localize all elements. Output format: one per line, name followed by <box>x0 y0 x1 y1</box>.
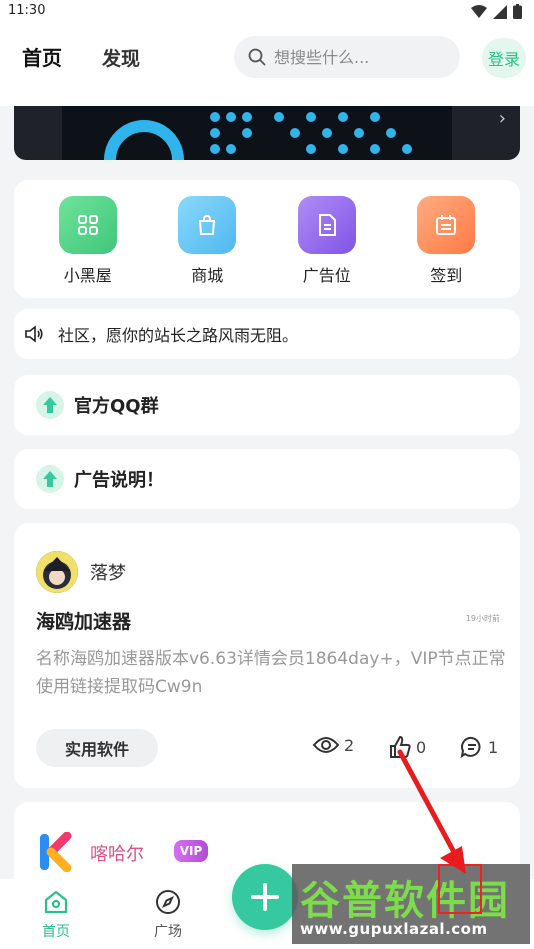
highlight-box <box>438 864 482 914</box>
post-author[interactable]: 落梦 <box>90 559 126 585</box>
home-icon <box>44 890 68 914</box>
likes-count: 0 <box>416 737 427 757</box>
watermark-url: www.gupuxlazal.com <box>300 920 488 938</box>
banner-dot <box>322 128 332 138</box>
quick-link-label: 商城 <box>191 266 224 285</box>
add-post-button[interactable] <box>232 864 298 930</box>
search-bar[interactable] <box>234 36 460 78</box>
banner-dot <box>290 128 300 138</box>
quick-link-shop[interactable]: 商城 <box>157 196 257 298</box>
search-input[interactable] <box>274 47 444 67</box>
banner-carousel[interactable]: › <box>14 106 520 160</box>
banner-dot <box>210 112 220 122</box>
banner-dot <box>370 112 380 122</box>
shopping-bag-icon <box>178 196 237 254</box>
status-icons <box>471 4 522 19</box>
quick-link-adspot[interactable]: 广告位 <box>277 196 377 298</box>
eye-icon <box>312 737 340 753</box>
speaker-icon <box>25 325 43 343</box>
banner-dot <box>386 128 396 138</box>
quick-links-card: 小黑屋 商城 广告位 签到 <box>14 180 520 298</box>
banner-dot <box>226 112 236 122</box>
compass-icon <box>156 890 180 914</box>
banner-dot <box>210 128 220 138</box>
banner-dot <box>210 144 220 154</box>
quick-link-blackroom[interactable]: 小黑屋 <box>38 196 138 298</box>
views-count: 2 <box>344 735 355 755</box>
post-tag[interactable]: 实用软件 <box>36 729 158 767</box>
avatar[interactable] <box>36 551 78 593</box>
vip-badge: VIP <box>174 840 208 862</box>
banner-dot <box>226 144 236 154</box>
notice-bar[interactable]: 社区，愿你的站长之路风雨无阻。 <box>14 309 520 359</box>
login-button[interactable]: 登录 <box>482 38 526 78</box>
arrow-up-icon <box>36 465 64 493</box>
link-card-label: 广告说明！ <box>74 470 164 491</box>
banner-dot <box>370 144 380 154</box>
comment-button[interactable]: 1 <box>460 735 498 759</box>
document-icon <box>297 196 356 254</box>
top-bar: 首页 发现 登录 <box>0 24 534 106</box>
tab-discover[interactable]: 发现 <box>102 44 140 71</box>
comment-icon <box>460 736 481 759</box>
wifi-icon <box>471 4 487 18</box>
banner-dot <box>242 112 252 122</box>
link-card-ad-info[interactable]: 广告说明！ <box>14 449 520 509</box>
post-card[interactable]: 落梦 海鸥加速器 19小时前 名称海鸥加速器版本v6.63详情会员1864day… <box>14 523 520 788</box>
notice-text: 社区，愿你的站长之路风雨无阻。 <box>58 326 299 345</box>
plus-icon <box>251 883 279 911</box>
banner-dot <box>354 128 364 138</box>
quick-link-checkin[interactable]: 签到 <box>396 196 496 298</box>
signal-icon <box>493 4 507 19</box>
quick-link-label: 广告位 <box>302 266 351 285</box>
watermark-overlay: 谷普软件园 www.gupuxlazal.com <box>292 864 530 944</box>
quick-link-label: 签到 <box>430 266 463 285</box>
comments-count: 1 <box>488 737 499 757</box>
app-logo-icon <box>40 832 72 872</box>
post-time: 19小时前 <box>465 614 500 623</box>
tab-label: 首页 <box>42 924 70 940</box>
search-icon <box>248 48 266 66</box>
battery-icon <box>513 4 522 19</box>
like-button[interactable]: 0 <box>388 735 426 759</box>
arrow-up-icon <box>36 391 64 419</box>
banner-dot <box>338 112 348 122</box>
banner-dot <box>338 144 348 154</box>
tab-label: 广场 <box>154 924 182 940</box>
post-body[interactable]: 名称海鸥加速器版本v6.63详情会员1864day+，VIP节点正常使用链接提取… <box>36 645 506 701</box>
banner-dot <box>242 128 252 138</box>
tab-plaza[interactable]: 广场 <box>138 889 198 941</box>
thumb-up-icon <box>390 735 411 758</box>
banner-dot <box>274 112 284 122</box>
tab-home[interactable]: 首页 <box>20 42 66 75</box>
banner-dot <box>306 112 316 122</box>
post-title[interactable]: 海鸥加速器 <box>36 607 131 634</box>
calendar-icon <box>417 196 476 254</box>
post-author[interactable]: 喀哈尔 <box>90 840 144 866</box>
link-card-label: 官方QQ群 <box>74 396 159 417</box>
post-views: 2 <box>312 735 354 755</box>
link-card-qq-group[interactable]: 官方QQ群 <box>14 375 520 435</box>
tab-home-bottom[interactable]: 首页 <box>26 889 86 941</box>
tab-home-label: 首页 <box>22 46 62 70</box>
quick-link-label: 小黑屋 <box>63 266 112 285</box>
status-bar: 11:30 <box>0 0 534 24</box>
grid-icon <box>58 196 117 254</box>
banner-dot <box>306 144 316 154</box>
status-time: 11:30 <box>8 3 46 18</box>
chevron-right-icon[interactable]: › <box>499 108 506 129</box>
banner-dot <box>402 144 412 154</box>
